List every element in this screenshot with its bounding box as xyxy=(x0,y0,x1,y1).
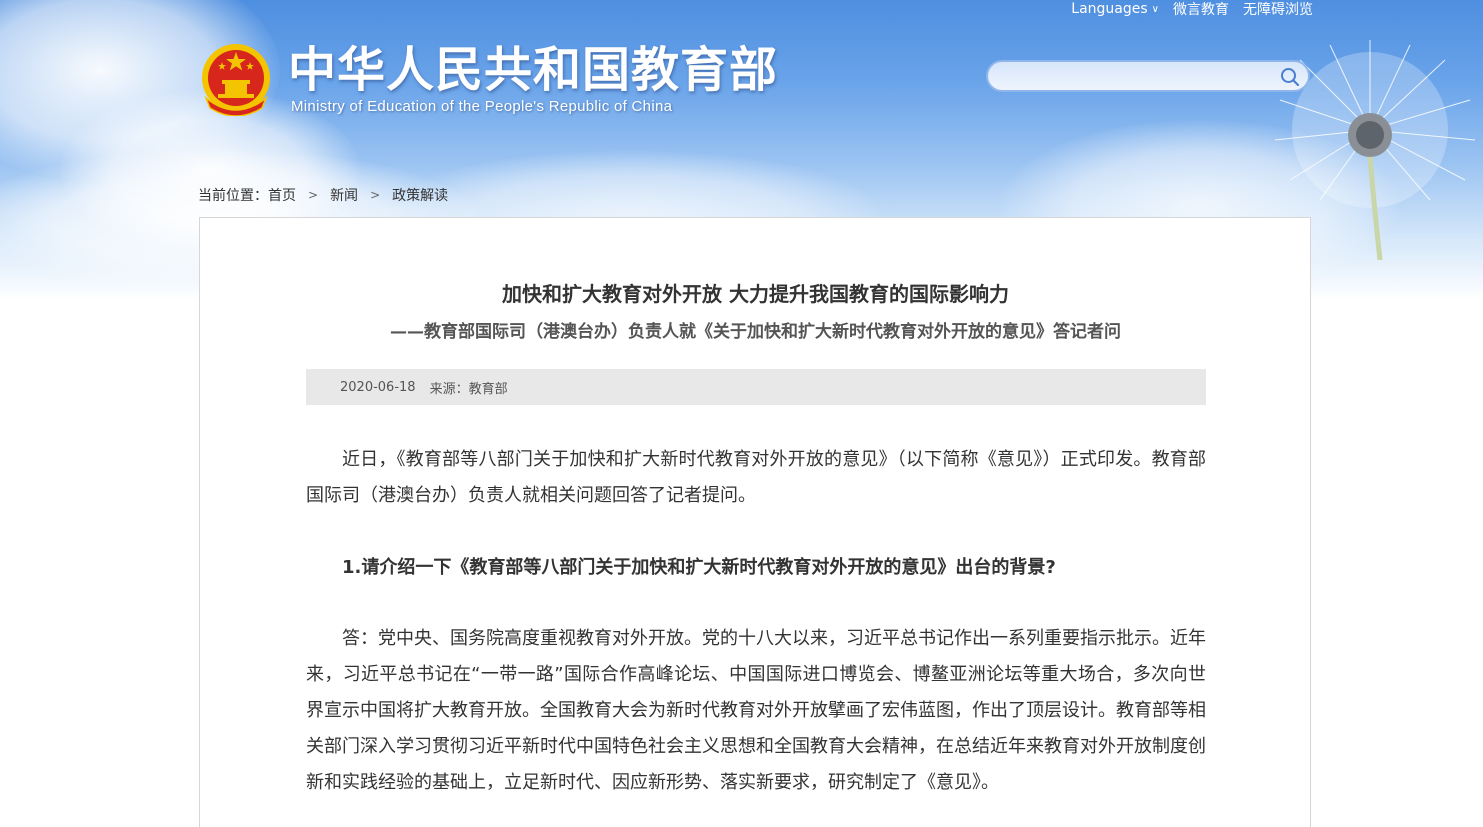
site-title[interactable]: 中华人民共和国教育部 xyxy=(288,40,778,100)
breadcrumb: 当前位置： 首页 > 新闻 > 政策解读 xyxy=(198,185,448,205)
weiyan-link[interactable]: 微言教育 xyxy=(1173,0,1229,19)
chevron-right-icon: > xyxy=(308,188,319,202)
site-subtitle: Ministry of Education of the People's Re… xyxy=(291,98,673,115)
search-box xyxy=(986,60,1310,92)
national-emblem-icon[interactable] xyxy=(200,42,272,116)
article-meta: 2020-06-18 来源：教育部 xyxy=(306,369,1206,405)
breadcrumb-news[interactable]: 新闻 xyxy=(330,185,358,205)
search-icon[interactable] xyxy=(1280,67,1300,87)
article-subtitle: ——教育部国际司（港澳台办）负责人就《关于加快和扩大新时代教育对外开放的意见》答… xyxy=(390,322,1121,342)
article-title: 加快和扩大教育对外开放 大力提升我国教育的国际影响力 xyxy=(502,282,1009,306)
breadcrumb-policy[interactable]: 政策解读 xyxy=(392,185,448,205)
article-paragraph: 答：党中央、国务院高度重视教育对外开放。党的十八大以来，习近平总书记作出一系列重… xyxy=(306,628,1206,793)
languages-menu[interactable]: Languages ∨ xyxy=(1071,1,1159,17)
search-input[interactable] xyxy=(1002,66,1276,88)
breadcrumb-home[interactable]: 首页 xyxy=(268,185,296,205)
article-question: 1.请介绍一下《教育部等八部门关于加快和扩大新时代教育对外开放的意见》出台的背景… xyxy=(342,557,1056,578)
breadcrumb-prefix: 当前位置： xyxy=(198,188,268,204)
article-paragraph: 近日，《教育部等八部门关于加快和扩大新时代教育对外开放的意见》（以下简称《意见》… xyxy=(306,449,1206,506)
chevron-down-icon: ∨ xyxy=(1151,4,1159,15)
chevron-right-icon: > xyxy=(370,188,381,202)
article-date: 2020-06-18 xyxy=(340,379,416,395)
languages-label: Languages xyxy=(1071,1,1148,17)
article-source: 来源：教育部 xyxy=(429,381,508,397)
top-links: Languages ∨ 微言教育 无障碍浏览 xyxy=(1071,0,1313,18)
accessibility-link[interactable]: 无障碍浏览 xyxy=(1243,0,1313,19)
